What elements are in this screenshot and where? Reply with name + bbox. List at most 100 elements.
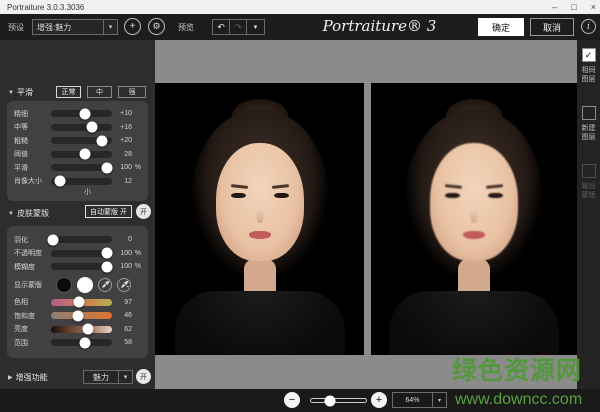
slider-knob[interactable] (101, 261, 112, 272)
fine-slider[interactable] (51, 110, 112, 117)
settings-button[interactable]: ⚙ (148, 18, 165, 35)
controls-panel: ▼ 平滑 正常 中 强 精细 +10 中等 +16 粗糙 +20 阈值 (0, 40, 155, 412)
enhance-section-header[interactable]: ▶ 增强功能 (8, 372, 48, 383)
redo-icon[interactable]: ↷ (230, 20, 247, 34)
skin-mask-section-header[interactable]: ▼ 皮肤蒙版 (8, 208, 49, 219)
slider-knob[interactable] (74, 297, 85, 308)
smoothing-group: 精细 +10 中等 +16 粗糙 +20 阈值 28 平滑 (7, 101, 148, 201)
slider-knob[interactable] (79, 337, 90, 348)
slider-knob[interactable] (87, 122, 98, 133)
saturation-slider[interactable] (51, 312, 112, 319)
slider-row-saturation: 饱和度 46 (7, 309, 148, 323)
slider-label: 亮度 (14, 324, 51, 334)
show-mask-label: 显示蒙版 (14, 280, 51, 290)
zoom-slider-knob[interactable] (325, 395, 336, 406)
toolbar: 预设 增强:魅力 ▾ + ⚙ 预览 ↶ ↷ ▾ Portraiture® 3 确… (0, 14, 600, 40)
zoom-plus-icon: + (376, 395, 382, 406)
close-icon[interactable]: × (591, 0, 596, 14)
mask-white-swatch[interactable] (77, 277, 93, 293)
slider-label: 中等 (14, 122, 51, 132)
gear-icon: ⚙ (152, 21, 160, 32)
portraiture-window: Portraiture 3.0.3.3036 – □ × 预设 增强:魅力 ▾ … (0, 0, 600, 412)
zoom-slider[interactable] (310, 398, 367, 403)
slider-knob[interactable] (54, 176, 65, 187)
automask-button[interactable]: 自动蒙版 开 (85, 205, 132, 218)
slider-label: 粗糙 (14, 136, 51, 146)
new-layer-checkbox[interactable] (582, 106, 596, 120)
chevron-down-icon[interactable]: ▾ (103, 20, 117, 34)
same-layer-checkbox[interactable]: ✓ (582, 48, 596, 62)
check-icon: ✓ (585, 50, 593, 61)
maximize-icon[interactable]: □ (571, 0, 576, 14)
slider-value: 100 (112, 263, 132, 270)
tri-down-icon: ▼ (8, 90, 14, 96)
mask-black-swatch[interactable] (56, 277, 72, 293)
zoom-in-button[interactable]: + (371, 392, 387, 408)
zoom-out-button[interactable]: − (284, 392, 300, 408)
chevron-down-icon[interactable]: ▾ (432, 393, 446, 407)
slider-value: +16 (112, 124, 132, 131)
app-logo: Portraiture® 3 (292, 17, 467, 35)
slider-knob[interactable] (101, 248, 112, 259)
slider-row-smoothness: 平滑 100% (7, 161, 148, 175)
output-mask: 输出 蒙版 (582, 164, 596, 200)
slider-value: 97 (112, 299, 132, 306)
opacity-slider[interactable] (51, 250, 112, 257)
preset-dropdown[interactable]: 增强:魅力 ▾ (32, 19, 118, 35)
coarse-slider[interactable] (51, 137, 112, 144)
slider-knob[interactable] (73, 310, 84, 321)
output-same-layer[interactable]: ✓ 相同 图层 (582, 48, 596, 84)
threshold-slider[interactable] (51, 151, 112, 158)
smoothing-preset-medium[interactable]: 中 (87, 86, 112, 98)
chevron-down-icon[interactable]: ▾ (118, 371, 132, 383)
slider-row-coarse: 粗糙 +20 (7, 134, 148, 148)
plus-icon: + (130, 21, 136, 32)
slider-row-latitude: 范围 58 (7, 336, 148, 350)
smoothing-preset-strong[interactable]: 强 (118, 86, 146, 98)
slider-value: 12 (112, 178, 132, 185)
slider-knob[interactable] (82, 324, 93, 335)
slider-knob[interactable] (97, 135, 108, 146)
smoothing-section-header[interactable]: ▼ 平滑 (8, 87, 33, 98)
slider-knob[interactable] (101, 162, 112, 173)
show-mask-row: 显示蒙版 (7, 274, 148, 296)
enhance-toggle[interactable]: 开 (136, 369, 151, 384)
slider-value: 46 (112, 312, 132, 319)
portrait-size-slider[interactable] (51, 178, 112, 185)
portrait-face (430, 143, 518, 261)
enhance-preset-dropdown[interactable]: 魅力 ▾ (83, 370, 133, 384)
minimize-icon[interactable]: – (552, 0, 557, 14)
history-chevron-icon[interactable]: ▾ (247, 20, 264, 34)
hue-slider[interactable] (51, 299, 112, 306)
slider-knob[interactable] (80, 149, 91, 160)
skin-mask-toggle[interactable]: 开 (136, 204, 151, 219)
slider-unit: % (132, 250, 141, 257)
medium-slider[interactable] (51, 124, 112, 131)
feather-slider[interactable] (51, 236, 112, 243)
slider-value: 58 (112, 339, 132, 346)
slider-label: 模糊度 (14, 262, 51, 272)
slider-value: +20 (112, 137, 132, 144)
zoom-level-dropdown[interactable]: 64% ▾ (392, 392, 447, 408)
smoothness-slider[interactable] (51, 164, 112, 171)
fuzziness-slider[interactable] (51, 263, 112, 270)
output-new-layer[interactable]: 新建 图层 (582, 106, 596, 142)
slider-knob[interactable] (79, 108, 90, 119)
slider-row-luminance: 亮度 62 (7, 323, 148, 337)
luminance-slider[interactable] (51, 326, 112, 333)
ok-button[interactable]: 确定 (478, 18, 524, 36)
before-photo[interactable] (155, 83, 364, 355)
slider-label: 范围 (14, 338, 51, 348)
slider-knob[interactable] (48, 234, 59, 245)
slider-row-portrait-size: 肖像大小 12 (7, 175, 148, 189)
eyedropper-plus-icon[interactable] (117, 278, 131, 292)
add-preset-button[interactable]: + (124, 18, 141, 35)
after-photo[interactable] (371, 83, 577, 355)
zoom-level-value: 64% (393, 397, 432, 404)
undo-icon[interactable]: ↶ (213, 20, 230, 34)
eyedropper-icon[interactable] (98, 278, 112, 292)
latitude-slider[interactable] (51, 339, 112, 346)
smoothing-preset-normal[interactable]: 正常 (56, 86, 81, 98)
cancel-button[interactable]: 取消 (530, 18, 574, 36)
info-button[interactable]: i (581, 19, 596, 34)
